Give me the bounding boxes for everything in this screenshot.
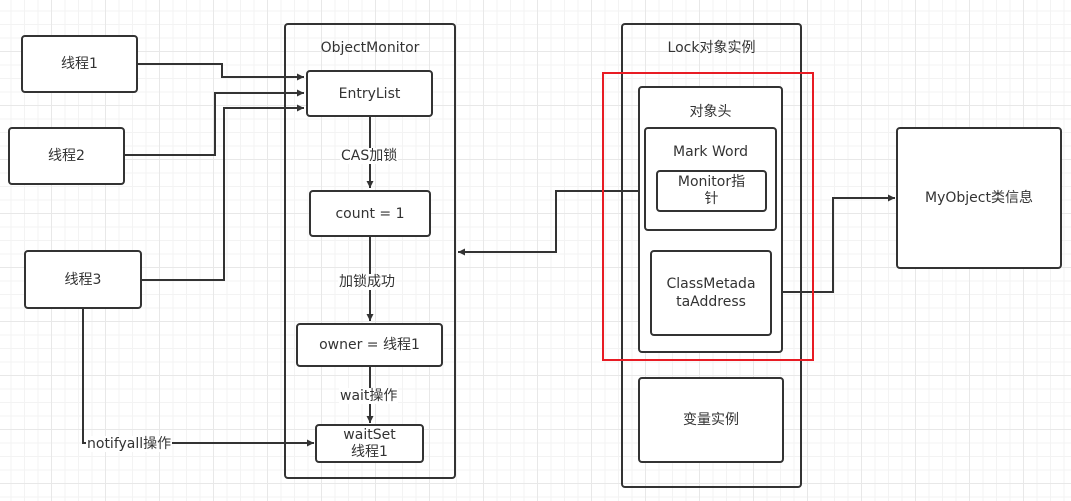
instance-variables-node[interactable]: 变量实例 — [638, 377, 784, 463]
thread-2-node[interactable]: 线程2 — [8, 127, 125, 185]
instance-variables-label: 变量实例 — [683, 412, 739, 428]
class-info-node[interactable]: MyObject类信息 — [896, 127, 1062, 269]
wait-op-label: wait操作 — [339, 388, 399, 404]
edge-thread3-entrylist — [142, 104, 304, 281]
thread-1-label: 线程1 — [61, 56, 98, 72]
edge-thread2-entrylist — [125, 89, 304, 156]
count-label: count = 1 — [335, 205, 405, 222]
notify-all-label: notifyall操作 — [86, 436, 173, 452]
owner-node[interactable]: owner = 线程1 — [296, 323, 443, 367]
lock-instance-title: Lock对象实例 — [667, 40, 756, 56]
owner-label: owner = 线程1 — [319, 337, 420, 353]
entry-list-label: EntryList — [338, 85, 401, 102]
lock-success-label: 加锁成功 — [338, 274, 396, 290]
entry-list-node[interactable]: EntryList — [306, 70, 433, 117]
cas-lock-label: CAS加锁 — [340, 148, 399, 164]
edge-thread3-waitset — [82, 309, 314, 447]
wait-set-node[interactable]: waitSet 线程1 — [315, 424, 424, 463]
object-monitor-title: ObjectMonitor — [320, 40, 420, 56]
edge-thread1-entrylist — [138, 63, 304, 81]
count-node[interactable]: count = 1 — [309, 190, 431, 237]
thread-2-label: 线程2 — [48, 148, 85, 164]
thread-1-node[interactable]: 线程1 — [21, 35, 138, 93]
thread-3-label: 线程3 — [64, 271, 102, 288]
wait-set-label-line1: waitSet — [343, 426, 396, 443]
thread-3-node[interactable]: 线程3 — [24, 250, 142, 309]
object-header-highlight-frame — [602, 72, 814, 361]
class-info-label: MyObject类信息 — [925, 190, 1033, 206]
wait-set-label-line2: 线程1 — [351, 443, 388, 460]
